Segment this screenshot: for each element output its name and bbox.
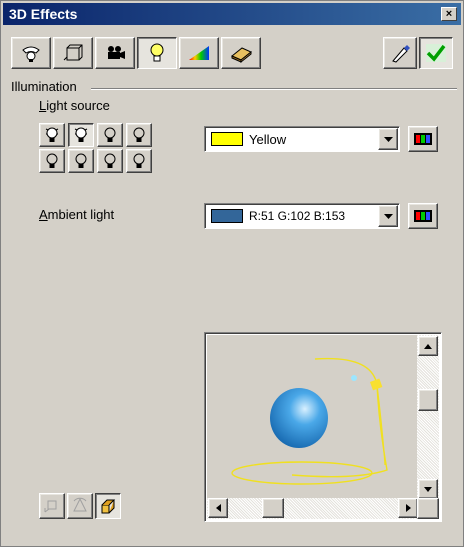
light-source-button[interactable] <box>39 149 65 173</box>
ambient-light-color-select[interactable]: R:51 G:102 B:153 <box>204 203 400 229</box>
chevron-down-icon <box>383 213 393 219</box>
ambient-light-label: Ambient light <box>39 207 115 222</box>
material-tab-button[interactable] <box>221 37 261 69</box>
ambient-color-value: R:51 G:102 B:153 <box>249 209 346 223</box>
perspective-toggle-button[interactable] <box>95 493 121 519</box>
geometry-tab-button[interactable] <box>11 37 51 69</box>
arrow-up-icon <box>424 343 432 349</box>
color-dialog-icon <box>414 133 432 145</box>
perspective-icon <box>101 499 116 514</box>
horizontal-scroll-thumb[interactable] <box>262 498 284 518</box>
light-point <box>351 375 357 381</box>
preview-horizontal-scrollbar[interactable] <box>207 498 419 519</box>
assign-check-icon <box>426 44 446 62</box>
illumination-group-label: Illumination <box>11 79 77 94</box>
bottom-tools <box>39 493 123 519</box>
light-path-ellipse <box>231 461 373 485</box>
arrow-left-icon <box>215 504 221 512</box>
scroll-down-button[interactable] <box>418 479 438 499</box>
shading-icon <box>63 44 83 61</box>
lightbulb-icon <box>75 153 87 168</box>
convert-to-lathe-button[interactable] <box>67 493 93 519</box>
material-icon <box>231 47 252 64</box>
vertical-scroll-thumb[interactable] <box>418 389 438 411</box>
scrollbar-corner <box>417 498 439 519</box>
light-source-label: Light source <box>39 98 110 113</box>
lightbulb-icon <box>150 43 164 62</box>
illumination-tab-button[interactable] <box>137 37 177 69</box>
preview-canvas[interactable] <box>207 335 419 500</box>
shading-tab-button[interactable] <box>53 37 93 69</box>
lightbulb-icon <box>46 153 58 168</box>
assign-button[interactable] <box>419 37 453 69</box>
textures-icon <box>189 46 209 60</box>
convert-to-3d-button[interactable] <box>39 493 65 519</box>
scroll-up-button[interactable] <box>418 336 438 356</box>
camera-tab-button[interactable] <box>95 37 135 69</box>
title-bar: 3D Effects × <box>3 3 461 25</box>
close-button[interactable]: × <box>441 7 457 21</box>
light-color-swatch <box>211 132 243 146</box>
ambient-color-dropdown-button[interactable] <box>378 205 398 227</box>
light-source-button[interactable] <box>68 123 94 147</box>
light-source-button[interactable] <box>39 123 65 147</box>
close-icon: × <box>445 7 453 20</box>
dialog-title: 3D Effects <box>9 6 78 22</box>
color-dialog-icon <box>414 210 432 222</box>
toolbar-right-group <box>383 37 455 69</box>
light-color-palette-button[interactable] <box>408 126 438 152</box>
pipette-button[interactable] <box>383 37 417 69</box>
light-source-handle <box>369 378 383 391</box>
ambient-color-swatch <box>211 209 243 223</box>
lightbulb-icon <box>133 127 145 142</box>
textures-tab-button[interactable] <box>179 37 219 69</box>
light-source-button[interactable] <box>97 123 123 147</box>
lathe-object-icon <box>73 497 87 512</box>
preview-vertical-scrollbar[interactable] <box>417 335 439 500</box>
chevron-down-icon <box>383 136 393 142</box>
preview-scene <box>231 357 388 485</box>
light-preview-panel <box>204 332 442 522</box>
arrow-down-icon <box>424 486 432 492</box>
light-source-grid <box>39 123 152 173</box>
convert-3d-icon <box>44 500 57 513</box>
lightbulb-icon <box>74 127 88 142</box>
scroll-left-button[interactable] <box>208 498 228 518</box>
ambient-color-palette-button[interactable] <box>408 203 438 229</box>
lightbulb-icon <box>45 127 59 142</box>
lightbulb-icon <box>133 153 145 168</box>
3d-effects-dialog: 3D Effects × Illumination Light source Y… <box>0 0 464 547</box>
arrow-right-icon <box>405 504 411 512</box>
light-color-value: Yellow <box>249 131 287 147</box>
light-source-button[interactable] <box>126 149 152 173</box>
light-color-dropdown-button[interactable] <box>378 128 398 150</box>
lightbulb-icon <box>104 127 116 142</box>
light-source-button[interactable] <box>68 149 94 173</box>
light-path-arc <box>376 384 386 466</box>
pipette-icon <box>392 45 410 63</box>
group-divider <box>91 88 457 90</box>
scroll-right-button[interactable] <box>398 498 418 518</box>
geometry-icon <box>22 46 40 62</box>
light-source-color-select[interactable]: Yellow <box>204 126 400 152</box>
lightbulb-icon <box>104 153 116 168</box>
light-source-button[interactable] <box>97 149 123 173</box>
effects-toolbar <box>11 37 263 69</box>
preview-sphere <box>270 388 328 448</box>
light-source-button[interactable] <box>126 123 152 147</box>
camera-icon <box>108 46 125 59</box>
